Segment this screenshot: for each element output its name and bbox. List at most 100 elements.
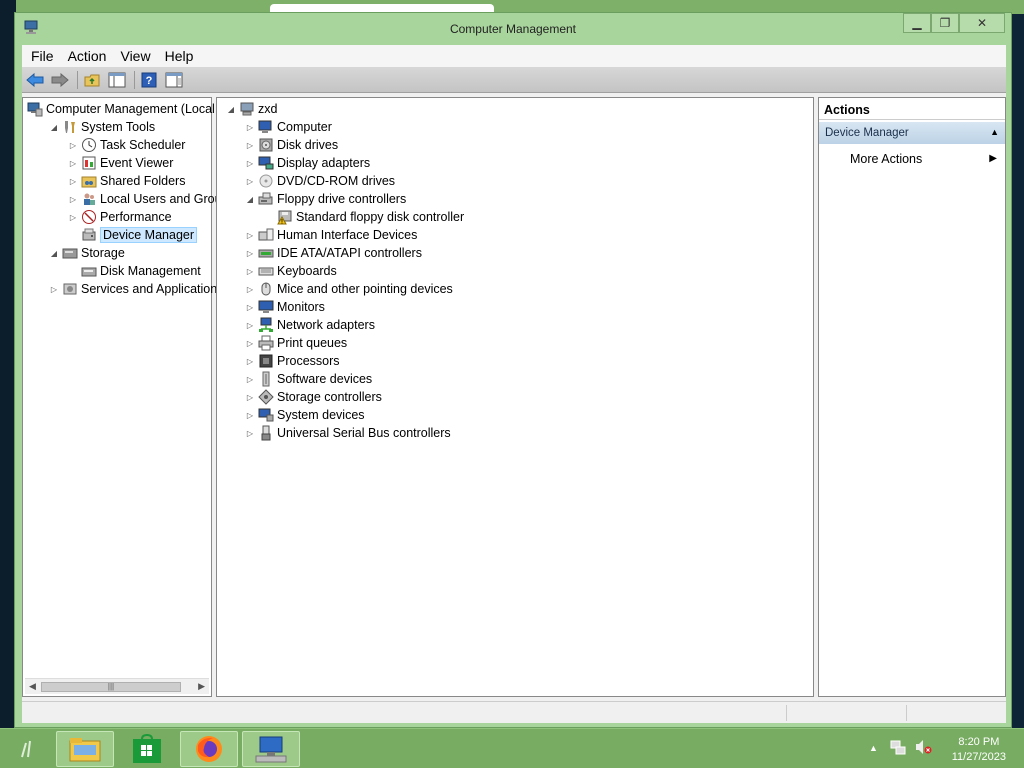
console-tree-item-storage[interactable]: ◢ Storage [48,244,125,262]
monitor-icon [258,299,274,315]
device-tree-item-ide-ata-atapi-controllers[interactable]: ▷ IDE ATA/ATAPI controllers [244,244,422,262]
expand-icon[interactable]: ▷ [244,231,256,240]
expand-icon[interactable]: ▷ [244,285,256,294]
show-hidden-icons-icon[interactable]: ▲ [869,743,878,753]
expand-icon[interactable]: ▷ [67,177,79,186]
collapse-icon[interactable]: ◢ [48,123,60,132]
console-tree-item-task-scheduler[interactable]: ▷ Task Scheduler [67,136,185,154]
console-tree-item-performance[interactable]: ▷ Performance [67,208,172,226]
expand-icon[interactable]: ▷ [244,429,256,438]
actions-section-device-manager[interactable]: Device Manager ▲ [819,122,1005,144]
expand-icon[interactable]: ▷ [67,159,79,168]
device-tree-item-computer[interactable]: ▷ Computer [244,118,332,136]
collapse-icon[interactable]: ◢ [48,249,60,258]
device-tree-item-disk-drives[interactable]: ▷ Disk drives [244,136,338,154]
device-tree-item-label: Keyboards [277,264,337,278]
taskbar-store[interactable] [118,731,176,767]
help-button[interactable]: ? [138,70,160,90]
device-tree-item-mice-and-other-pointing-devices[interactable]: ▷ Mice and other pointing devices [244,280,453,298]
up-one-level-button[interactable] [81,70,103,90]
expand-icon[interactable]: ▷ [244,357,256,366]
expand-icon[interactable]: ▷ [244,321,256,330]
volume-muted-icon[interactable] [914,739,932,758]
back-button[interactable] [24,70,46,90]
expand-icon[interactable]: ▷ [244,393,256,402]
scrollbar-thumb[interactable]: ||| [41,682,181,692]
close-button[interactable]: ✕ [959,13,1005,33]
console-tree-item-services-and-applications[interactable]: ▷ Services and Applications [48,280,224,298]
expand-icon[interactable]: ▷ [244,141,256,150]
collapse-icon[interactable]: ◢ [244,195,256,204]
taskbar-firefox[interactable] [180,731,238,767]
status-segment [906,705,907,721]
expand-icon[interactable]: ▷ [244,339,256,348]
device-tree-item-system-devices[interactable]: ▷ System devices [244,406,365,424]
console-tree-item-label: Event Viewer [100,156,174,170]
expand-icon[interactable]: ▷ [48,285,60,294]
device-tree-root[interactable]: ◢ zxd [225,100,278,118]
device-tree-item-keyboards[interactable]: ▷ Keyboards [244,262,337,280]
device-tree-item-standard-floppy-disk-controller[interactable]: ! Standard floppy disk controller [263,208,464,226]
expand-icon[interactable]: ▷ [244,267,256,276]
forward-button[interactable] [49,70,71,90]
console-tree-item-event-viewer[interactable]: ▷ Event Viewer [67,154,174,172]
console-tree-item-local-users-and-groups[interactable]: ▷ Local Users and Groups [67,190,235,208]
minimize-button[interactable]: ▁ [903,13,931,33]
console-tree-item-system-tools[interactable]: ◢ System Tools [48,118,155,136]
horizontal-scrollbar[interactable]: ◀ ||| ▶ [25,678,209,694]
console-tree-item-device-manager[interactable]: Device Manager [67,226,198,244]
device-tree-item-software-devices[interactable]: ▷ Software devices [244,370,372,388]
start-button[interactable] [18,737,38,761]
taskbar-file-explorer[interactable] [56,731,114,767]
show-hide-console-tree-button[interactable] [106,70,128,90]
computer-management-icon [255,736,287,763]
expand-icon[interactable]: ▷ [244,303,256,312]
device-tree-item-human-interface-devices[interactable]: ▷ Human Interface Devices [244,226,417,244]
expand-icon[interactable]: ▷ [67,141,79,150]
console-tree-item-disk-management[interactable]: Disk Management [67,262,201,280]
console-tree-item-shared-folders[interactable]: ▷ Shared Folders [67,172,186,190]
expand-icon[interactable]: ▷ [244,411,256,420]
performance-icon [81,209,97,225]
device-tree-item-universal-serial-bus-controllers[interactable]: ▷ Universal Serial Bus controllers [244,424,451,442]
device-tree-item-dvd-cd-rom-drives[interactable]: ▷ DVD/CD-ROM drives [244,172,395,190]
menu-view[interactable]: View [113,48,157,64]
expand-icon[interactable]: ▷ [244,159,256,168]
restore-icon: ❐ [939,16,951,30]
more-actions-item[interactable]: More Actions [850,152,922,166]
expand-icon[interactable]: ▷ [244,177,256,186]
clock[interactable]: 8:20 PM 11/27/2023 [952,735,1006,765]
title-bar[interactable]: Computer Management ▁ ❐ ✕ [15,13,1011,43]
computer-icon [258,119,274,135]
expand-icon[interactable]: ▷ [244,249,256,258]
device-tree-item-monitors[interactable]: ▷ Monitors [244,298,325,316]
scroll-left-icon[interactable]: ◀ [29,681,36,692]
computer-management-icon [27,101,43,117]
expand-icon[interactable]: ▷ [67,195,79,204]
collapse-icon[interactable]: ◢ [225,105,237,114]
expand-icon[interactable]: ▷ [244,123,256,132]
clock-time: 8:20 PM [958,736,1000,748]
show-hide-action-pane-button[interactable] [163,70,185,90]
device-tree-item-display-adapters[interactable]: ▷ Display adapters [244,154,370,172]
menu-file[interactable]: File [24,48,61,64]
expand-icon[interactable]: ▷ [67,213,79,222]
tree-root-computer-management[interactable]: Computer Management (Local [25,100,215,118]
device-tree-item-floppy-drive-controllers[interactable]: ◢ Floppy drive controllers [244,190,406,208]
scroll-right-icon[interactable]: ▶ [198,681,205,692]
network-icon[interactable] [890,739,906,758]
device-tree-item-network-adapters[interactable]: ▷ Network adapters [244,316,375,334]
taskbar-computer-management[interactable] [242,731,300,767]
toolbar: ? [22,67,1006,93]
device-tree-item-print-queues[interactable]: ▷ Print queues [244,334,347,352]
collapse-up-icon[interactable]: ▲ [990,127,999,137]
expand-icon[interactable]: ▷ [244,375,256,384]
menu-action[interactable]: Action [61,48,114,64]
device-tree-item-processors[interactable]: ▷ Processors [244,352,340,370]
device-tree-item-storage-controllers[interactable]: ▷ Storage controllers [244,388,382,406]
maximize-button[interactable]: ❐ [931,13,959,33]
console-tree-item-label: Services and Applications [81,282,224,296]
menu-help[interactable]: Help [158,48,201,64]
status-segment [786,705,787,721]
device-tree-item-label: Display adapters [277,156,371,170]
